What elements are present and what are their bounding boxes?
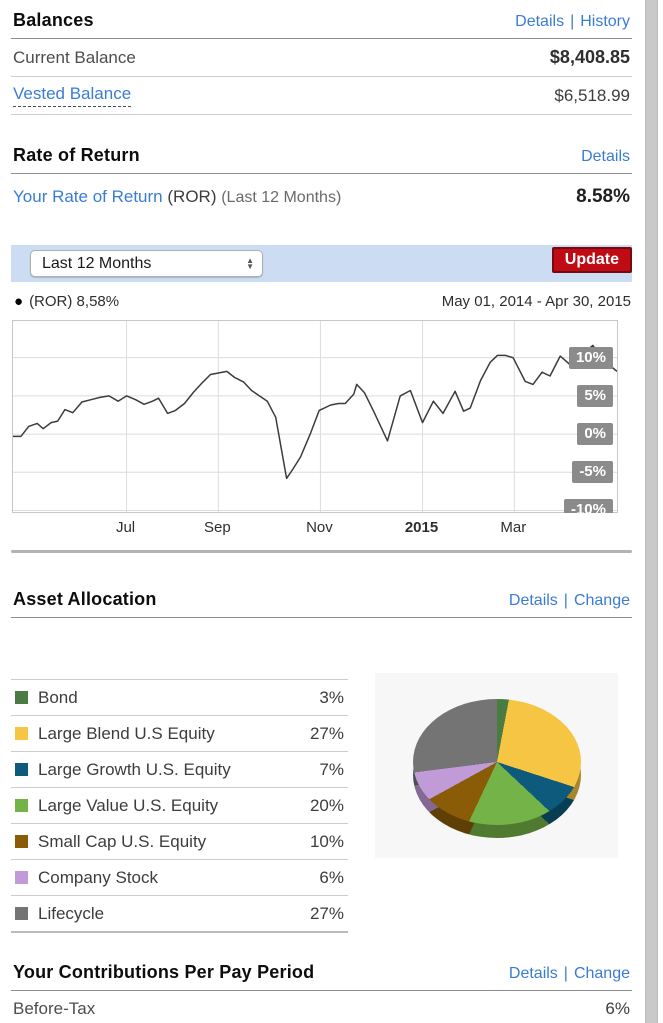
asset-value: 6%	[319, 868, 344, 888]
time-period-select-value: Last 12 Months	[42, 255, 151, 273]
balances-details-link[interactable]: Details	[515, 13, 564, 30]
asset-label: Large Growth U.S. Equity	[38, 760, 319, 780]
bond-swatch-icon	[15, 691, 28, 704]
link-separator: |	[564, 592, 568, 609]
x-axis-label: Sep	[182, 519, 252, 536]
x-axis-label: 2015	[387, 519, 457, 536]
small-cap-swatch-icon	[15, 835, 28, 848]
ror-period: (Last 12 Months)	[221, 189, 341, 206]
select-updown-icon: ▲▼	[246, 258, 254, 270]
table-row: Small Cap U.S. Equity 10%	[11, 823, 348, 859]
table-row: Company Stock 6%	[11, 859, 348, 895]
contributions-header: Your Contributions Per Pay Period Detail…	[11, 962, 632, 991]
asset-allocation-table: Bond 3% Large Blend U.S Equity 27% Large…	[11, 679, 348, 933]
asset-value: 27%	[310, 724, 344, 744]
before-tax-row: Before-Tax 6%	[11, 991, 632, 1023]
asset-allocation-pie-panel	[375, 673, 618, 858]
balances-history-link[interactable]: History	[580, 13, 630, 30]
asset-value: 3%	[319, 688, 344, 708]
rate-of-return-details-link[interactable]: Details	[581, 148, 630, 165]
rate-of-return-header: Rate of Return Details	[11, 145, 632, 174]
asset-value: 7%	[319, 760, 344, 780]
link-separator: |	[564, 965, 568, 982]
section-divider	[11, 550, 632, 553]
chart-legend-row: ● (ROR) 8,58% May 01, 2014 - Apr 30, 2015	[11, 282, 632, 320]
table-row: Bond 3%	[11, 679, 348, 715]
table-row: Large Blend U.S Equity 27%	[11, 715, 348, 751]
vertical-scrollbar[interactable]	[645, 0, 658, 1023]
rate-of-return-title: Rate of Return	[13, 145, 140, 166]
balances-header: Balances Details | History	[11, 0, 632, 39]
time-period-select[interactable]: Last 12 Months ▲▼	[30, 250, 263, 277]
x-axis-label: Jul	[91, 519, 161, 536]
chart-date-range: May 01, 2014 - Apr 30, 2015	[442, 293, 631, 310]
vested-balance-row: Vested Balance $6,518.99	[11, 77, 632, 115]
table-row: Large Value U.S. Equity 20%	[11, 787, 348, 823]
y-axis-badge: 0%	[577, 423, 613, 445]
series-dot-icon: ●	[14, 293, 23, 310]
asset-label: Bond	[38, 688, 319, 708]
large-blend-swatch-icon	[15, 727, 28, 740]
asset-label: Company Stock	[38, 868, 319, 888]
current-balance-label: Current Balance	[13, 48, 136, 68]
asset-label: Large Value U.S. Equity	[38, 796, 310, 816]
ror-chart-widget: Last 12 Months ▲▼ Update ● (ROR) 8,58% Ma…	[11, 245, 632, 553]
asset-label: Small Cap U.S. Equity	[38, 832, 310, 852]
large-value-swatch-icon	[15, 799, 28, 812]
chart-x-axis-labels: Jul Sep Nov 2015 Mar	[12, 513, 618, 543]
current-balance-value: $8,408.85	[550, 47, 630, 68]
asset-value: 10%	[310, 832, 344, 852]
balances-title: Balances	[13, 10, 94, 31]
ror-line-chart: 10%5%0%-5%-10%	[12, 320, 618, 513]
x-axis-label: Nov	[284, 519, 354, 536]
vested-balance-value: $6,518.99	[554, 86, 630, 106]
before-tax-label: Before-Tax	[13, 999, 95, 1019]
asset-allocation-header: Asset Allocation Details | Change	[11, 589, 632, 618]
ror-summary-row: Your Rate of Return (ROR) (Last 12 Month…	[11, 174, 632, 220]
asset-allocation-change-link[interactable]: Change	[574, 592, 630, 609]
rate-of-return-links: Details	[581, 148, 630, 166]
asset-value: 20%	[310, 796, 344, 816]
table-row: Lifecycle 27%	[11, 895, 348, 931]
asset-label: Large Blend U.S Equity	[38, 724, 310, 744]
ror-summary-label: Your Rate of Return (ROR) (Last 12 Month…	[13, 187, 341, 207]
current-balance-row: Current Balance $8,408.85	[11, 39, 632, 77]
large-growth-swatch-icon	[15, 763, 28, 776]
series-label: (ROR) 8,58%	[29, 293, 119, 310]
asset-allocation-details-link[interactable]: Details	[509, 592, 558, 609]
chart-legend-series: ● (ROR) 8,58%	[14, 293, 119, 310]
balances-links: Details | History	[515, 13, 630, 31]
lifecycle-swatch-icon	[15, 907, 28, 920]
contributions-change-link[interactable]: Change	[574, 965, 630, 982]
before-tax-value: 6%	[605, 999, 630, 1019]
asset-allocation-pie-chart	[413, 699, 581, 825]
update-button[interactable]: Update	[552, 247, 632, 273]
contributions-title: Your Contributions Per Pay Period	[13, 962, 314, 983]
x-axis-label: Mar	[478, 519, 548, 536]
ror-value: 8.58%	[576, 186, 630, 208]
y-axis-badge: -5%	[572, 461, 613, 483]
chart-toolbar: Last 12 Months ▲▼ Update	[11, 245, 632, 282]
contributions-details-link[interactable]: Details	[509, 965, 558, 982]
your-rate-of-return-link[interactable]: Your Rate of Return	[13, 187, 163, 206]
contributions-links: Details | Change	[509, 965, 630, 983]
y-axis-badge: 5%	[577, 385, 613, 407]
account-dashboard: Balances Details | History Current Balance…	[0, 0, 663, 1023]
asset-value: 27%	[310, 904, 344, 924]
y-axis-badge: 10%	[569, 347, 613, 369]
vested-balance-link[interactable]: Vested Balance	[13, 84, 131, 107]
ror-abbrev: (ROR)	[167, 187, 216, 206]
table-row: Large Growth U.S. Equity 7%	[11, 751, 348, 787]
link-separator: |	[570, 13, 574, 30]
company-stock-swatch-icon	[15, 871, 28, 884]
asset-allocation-title: Asset Allocation	[13, 589, 157, 610]
asset-allocation-links: Details | Change	[509, 592, 630, 610]
asset-label: Lifecycle	[38, 904, 310, 924]
